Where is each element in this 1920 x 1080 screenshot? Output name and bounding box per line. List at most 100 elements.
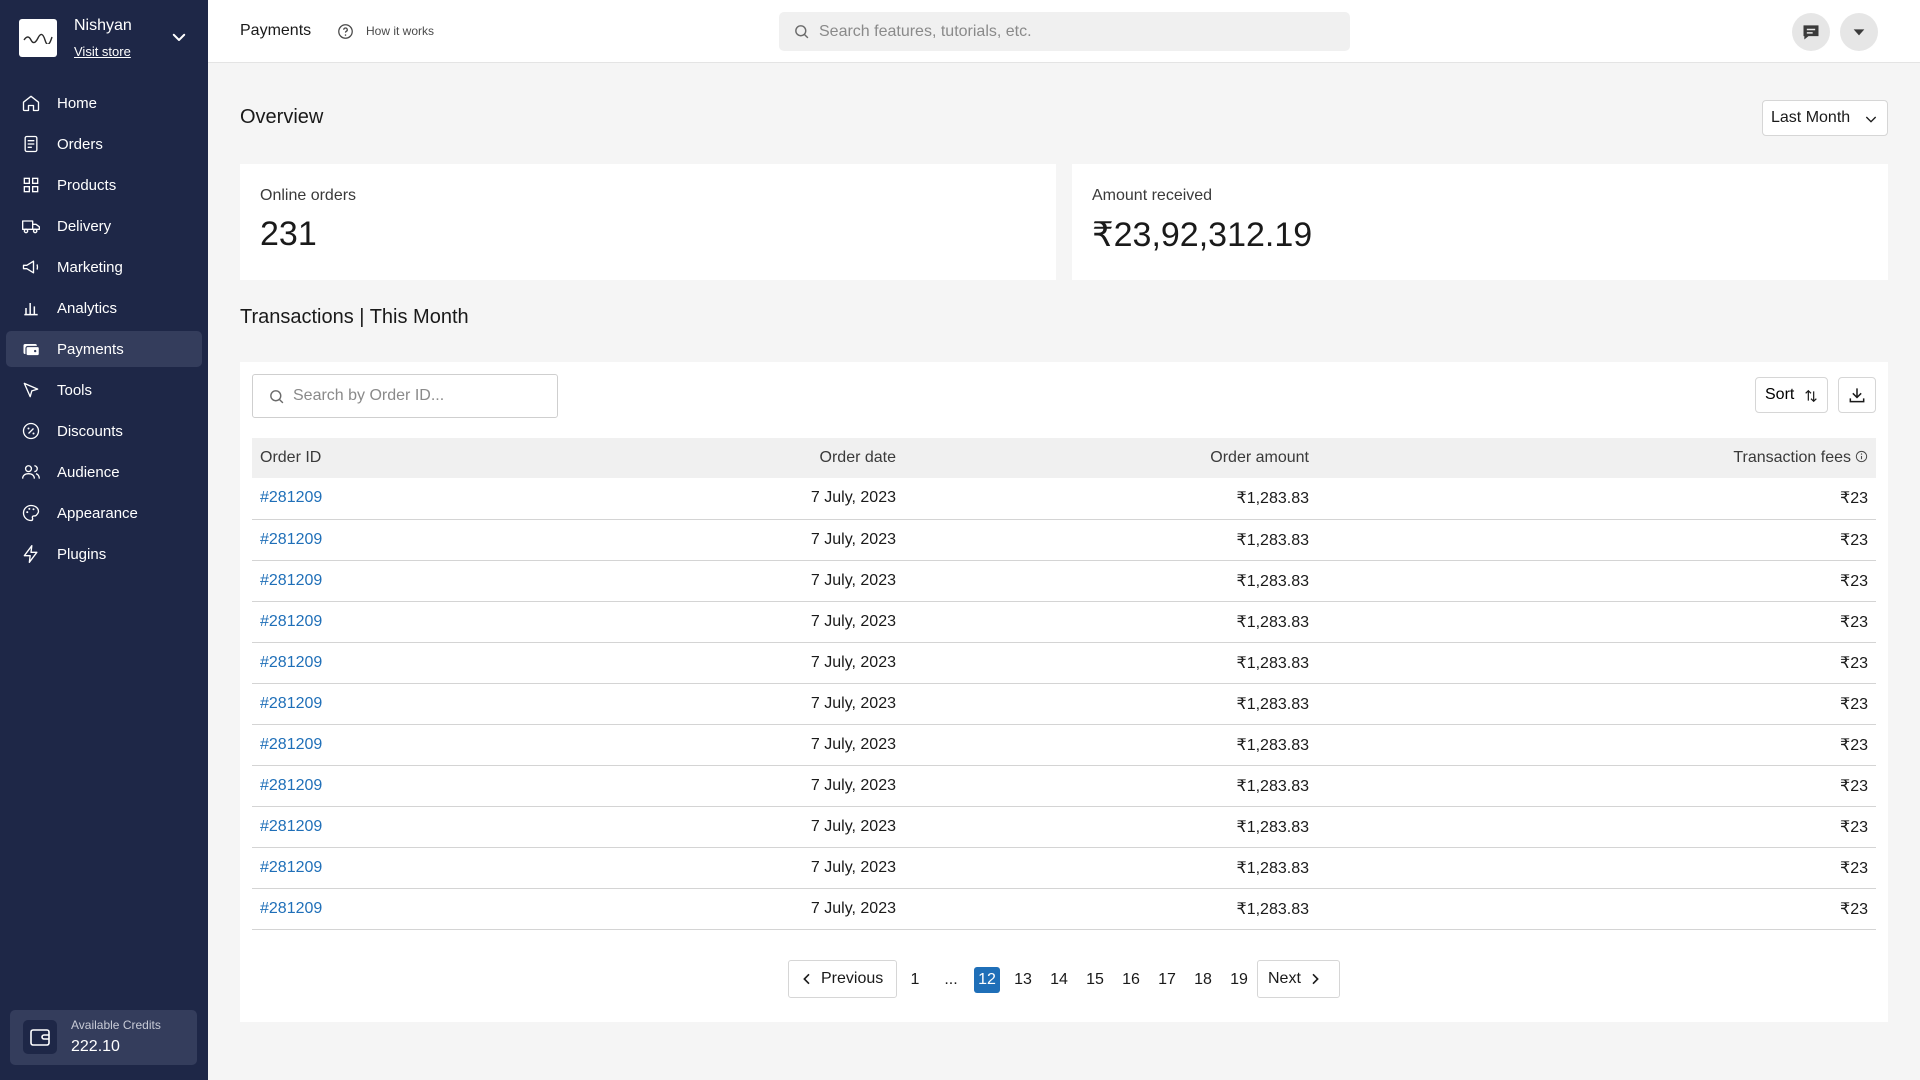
page-18[interactable]: 18 xyxy=(1190,967,1216,993)
order-search[interactable] xyxy=(252,374,558,418)
products-icon xyxy=(21,175,41,195)
page-16[interactable]: 16 xyxy=(1118,967,1144,993)
order-id-link[interactable]: #281209 xyxy=(260,531,322,548)
transaction-fee: ₹23 xyxy=(1317,642,1876,684)
sidebar-item-tools[interactable]: Tools xyxy=(6,372,202,408)
page-17[interactable]: 17 xyxy=(1154,967,1180,993)
sidebar-item-label: Home xyxy=(57,94,98,112)
visit-store-link[interactable]: Visit store xyxy=(74,44,131,59)
sidebar-item-analytics[interactable]: Analytics xyxy=(6,290,202,326)
store-name: Nishyan xyxy=(74,17,132,34)
order-id-link[interactable]: #281209 xyxy=(260,777,322,794)
page-13[interactable]: 13 xyxy=(1010,967,1036,993)
help-circle-icon[interactable] xyxy=(337,23,354,40)
next-label: Next xyxy=(1268,970,1301,987)
page-19[interactable]: 19 xyxy=(1226,967,1252,993)
account-menu-button[interactable] xyxy=(1840,13,1878,51)
order-date: 7 July, 2023 xyxy=(592,601,904,643)
sidebar-item-audience[interactable]: Audience xyxy=(6,454,202,490)
chevron-right-icon xyxy=(1312,973,1319,985)
users-icon xyxy=(21,462,41,482)
sidebar: Nishyan Visit store Home Orders Products… xyxy=(0,0,208,1080)
available-credits[interactable]: Available Credits 222.10 xyxy=(10,1010,197,1065)
online-orders-card: Online orders 231 xyxy=(240,164,1056,280)
sidebar-item-payments[interactable]: Payments xyxy=(6,331,202,367)
order-id-link[interactable]: #281209 xyxy=(260,489,322,506)
order-id-link[interactable]: #281209 xyxy=(260,572,322,589)
order-id-link[interactable]: #281209 xyxy=(260,900,322,917)
stat-label: Amount received xyxy=(1092,187,1213,204)
sort-button[interactable]: Sort xyxy=(1755,377,1828,413)
chat-button[interactable] xyxy=(1792,13,1830,51)
info-icon[interactable] xyxy=(1855,450,1868,463)
transactions-table: Order ID Order date Order amount Transac… xyxy=(252,438,1876,930)
sort-label: Sort xyxy=(1765,386,1795,403)
next-page-button[interactable]: Next xyxy=(1257,960,1340,998)
page-12[interactable]: 12 xyxy=(974,967,1000,993)
table-row: #281209 7 July, 2023 ₹1,283.83 ₹23 xyxy=(252,806,1876,848)
overview-title: Overview xyxy=(240,106,324,128)
sidebar-item-appearance[interactable]: Appearance xyxy=(6,495,202,531)
stat-value: ₹23,92,312.19 xyxy=(1092,216,1313,254)
credits-value: 222.10 xyxy=(71,1038,120,1055)
order-id-link[interactable]: #281209 xyxy=(260,859,322,876)
page-14[interactable]: 14 xyxy=(1046,967,1072,993)
order-date: 7 July, 2023 xyxy=(592,642,904,684)
page-15[interactable]: 15 xyxy=(1082,967,1108,993)
table-row: #281209 7 July, 2023 ₹1,283.83 ₹23 xyxy=(252,683,1876,725)
sidebar-nav: Home Orders Products Delivery Marketing … xyxy=(6,85,202,577)
cursor-icon xyxy=(21,380,41,400)
sidebar-item-products[interactable]: Products xyxy=(6,167,202,203)
transaction-fee: ₹23 xyxy=(1317,765,1876,807)
sidebar-item-label: Payments xyxy=(57,340,124,358)
table-row: #281209 7 July, 2023 ₹1,283.83 ₹23 xyxy=(252,765,1876,807)
order-date: 7 July, 2023 xyxy=(592,519,904,561)
page-1[interactable]: 1 xyxy=(902,967,928,993)
order-amount: ₹1,283.83 xyxy=(904,601,1317,643)
how-it-works-link[interactable]: How it works xyxy=(366,24,434,38)
previous-label: Previous xyxy=(821,970,884,987)
transaction-fee: ₹23 xyxy=(1317,683,1876,725)
chevron-down-icon[interactable] xyxy=(170,28,188,46)
sidebar-item-orders[interactable]: Orders xyxy=(6,126,202,162)
sidebar-item-plugins[interactable]: Plugins xyxy=(6,536,202,572)
order-id-link[interactable]: #281209 xyxy=(260,695,322,712)
global-search[interactable] xyxy=(779,12,1350,51)
sidebar-item-label: Products xyxy=(57,176,117,194)
column-header-order-id: Order ID xyxy=(252,438,592,478)
order-search-input[interactable] xyxy=(293,375,549,417)
order-date: 7 July, 2023 xyxy=(592,683,904,725)
order-amount: ₹1,283.83 xyxy=(904,724,1317,766)
previous-page-button[interactable]: Previous xyxy=(788,960,897,998)
table-row: #281209 7 July, 2023 ₹1,283.83 ₹23 xyxy=(252,888,1876,930)
stat-value: 231 xyxy=(260,215,317,253)
amount-received-card: Amount received ₹23,92,312.19 xyxy=(1072,164,1888,280)
order-id-link[interactable]: #281209 xyxy=(260,654,322,671)
download-button[interactable] xyxy=(1838,377,1876,413)
truck-icon xyxy=(21,216,41,236)
order-amount: ₹1,283.83 xyxy=(904,519,1317,561)
order-date: 7 July, 2023 xyxy=(592,560,904,602)
caret-down-icon xyxy=(1853,29,1865,36)
chat-icon xyxy=(1803,25,1819,40)
table-row: #281209 7 July, 2023 ₹1,283.83 ₹23 xyxy=(252,519,1876,561)
megaphone-icon xyxy=(21,257,41,277)
table-row: #281209 7 July, 2023 ₹1,283.83 ₹23 xyxy=(252,560,1876,602)
sidebar-item-delivery[interactable]: Delivery xyxy=(6,208,202,244)
column-header-transaction-fees: Transaction fees xyxy=(1317,438,1876,478)
sidebar-item-discounts[interactable]: Discounts xyxy=(6,413,202,449)
sidebar-item-marketing[interactable]: Marketing xyxy=(6,249,202,285)
store-switcher[interactable]: Nishyan Visit store xyxy=(0,0,208,74)
order-id-link[interactable]: #281209 xyxy=(260,736,322,753)
sidebar-item-home[interactable]: Home xyxy=(6,85,202,121)
period-select[interactable]: Last Month xyxy=(1762,100,1888,136)
order-id-link[interactable]: #281209 xyxy=(260,818,322,835)
home-icon xyxy=(21,93,41,113)
wallet-icon xyxy=(21,339,41,359)
transaction-fee: ₹23 xyxy=(1317,724,1876,766)
table-row: #281209 7 July, 2023 ₹1,283.83 ₹23 xyxy=(252,724,1876,766)
download-icon xyxy=(1849,388,1865,403)
global-search-input[interactable] xyxy=(819,12,1339,51)
bolt-icon xyxy=(21,544,41,564)
order-id-link[interactable]: #281209 xyxy=(260,613,322,630)
